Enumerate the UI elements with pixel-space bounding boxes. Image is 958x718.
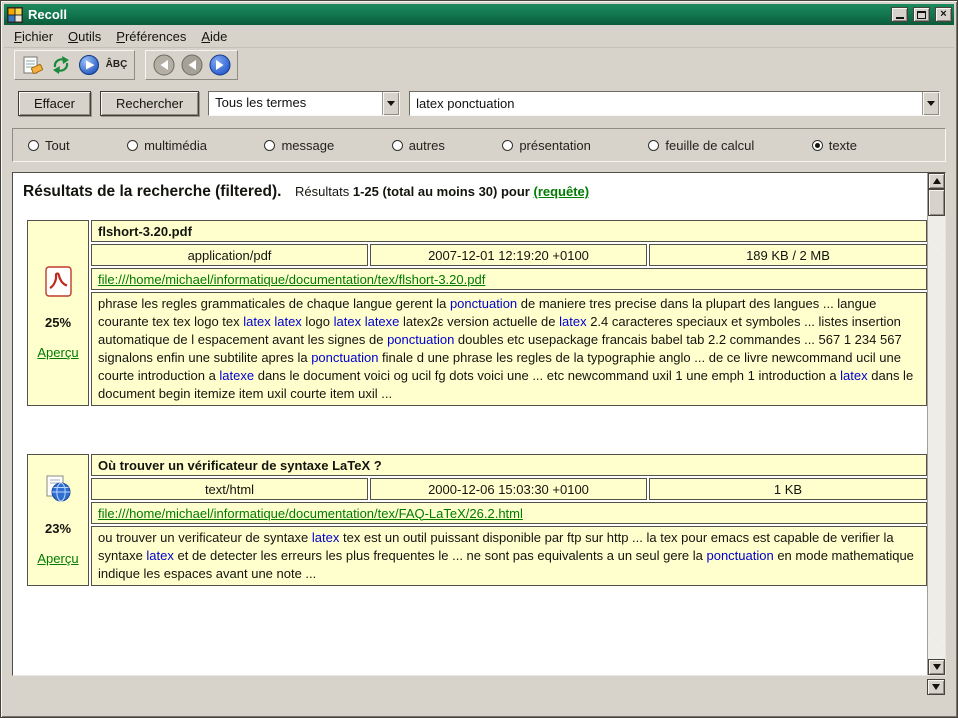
- result-table-2: 23% Aperçu Où trouver un vérificateur de…: [25, 452, 927, 588]
- menu-outils[interactable]: Outils: [68, 29, 101, 44]
- filter-message[interactable]: message: [264, 138, 334, 153]
- titlebar: Recoll ×: [4, 4, 954, 25]
- pdf-icon: [45, 266, 72, 300]
- toolbar: ÂBÇ: [4, 48, 954, 81]
- results-title: Résultats de la recherche (filtered).: [23, 183, 281, 200]
- maximize-icon: [917, 11, 926, 19]
- radio-icon: [502, 140, 513, 151]
- window-title: Recoll: [28, 7, 886, 22]
- results-header: Résultats de la recherche (filtered). Ré…: [23, 183, 921, 201]
- result-url-cell: file:///home/michael/informatique/docume…: [91, 268, 927, 290]
- result-size: 189 KB / 2 MB: [649, 244, 927, 266]
- scrollbar-trough[interactable]: [928, 216, 945, 659]
- menu-preferences[interactable]: Préférences: [116, 29, 186, 44]
- result-mime: application/pdf: [91, 244, 368, 266]
- filter-label: Tout: [45, 138, 70, 153]
- clear-search-icon[interactable]: [20, 52, 45, 77]
- search-mode-select[interactable]: Tous les termes: [208, 91, 400, 116]
- radio-icon: [812, 140, 823, 151]
- prev-page-icon[interactable]: [179, 52, 204, 77]
- filter-autres[interactable]: autres: [392, 138, 445, 153]
- chevron-down-icon: [927, 101, 935, 106]
- query-dropdown-button[interactable]: [922, 92, 939, 115]
- radio-icon: [28, 140, 39, 151]
- arrow-up-icon: [933, 178, 941, 184]
- query-details-link[interactable]: (requête): [533, 184, 589, 199]
- results-scrollbar[interactable]: [927, 173, 945, 675]
- filter-feuille-de-calcul[interactable]: feuille de calcul: [648, 138, 754, 153]
- arrow-down-icon: [933, 664, 941, 670]
- query-input[interactable]: [416, 95, 916, 112]
- result-date: 2007-12-01 12:19:20 +0100: [370, 244, 647, 266]
- preview-link[interactable]: Aperçu: [37, 345, 78, 360]
- search-button[interactable]: Rechercher: [100, 91, 199, 116]
- close-button[interactable]: ×: [935, 7, 952, 22]
- result-snippet: ou trouver un verificateur de syntaxe la…: [91, 526, 927, 586]
- scroll-up-button[interactable]: [928, 173, 945, 189]
- menu-aide[interactable]: Aide: [201, 29, 227, 44]
- app-icon: [7, 7, 23, 23]
- preview-link[interactable]: Aperçu: [37, 551, 78, 566]
- scrollbar-thumb[interactable]: [928, 189, 945, 216]
- filter-label: multimédia: [144, 138, 207, 153]
- term-explorer-label: ÂBÇ: [106, 59, 128, 70]
- result-table-1: 25% Aperçu flshort-3.20.pdf application/…: [25, 218, 927, 408]
- outer-scroll-down-button[interactable]: [927, 679, 945, 695]
- toolbar-group-main: ÂBÇ: [14, 50, 135, 80]
- filter-presentation[interactable]: présentation: [502, 138, 591, 153]
- term-explorer-icon[interactable]: ÂBÇ: [104, 52, 129, 77]
- result-url-cell: file:///home/michael/informatique/docume…: [91, 502, 927, 524]
- close-icon: ×: [940, 9, 946, 20]
- search-mode-value: Tous les termes: [209, 92, 382, 115]
- query-combo[interactable]: [409, 91, 940, 116]
- result-url-link[interactable]: file:///home/michael/informatique/docume…: [98, 272, 485, 287]
- toolbar-group-nav: [145, 50, 238, 80]
- relevance-percent: 25%: [45, 315, 71, 330]
- radio-icon: [127, 140, 138, 151]
- arrow-down-icon: [932, 684, 940, 690]
- search-mode-dropdown-button[interactable]: [382, 92, 399, 115]
- filter-texte[interactable]: texte: [812, 138, 857, 153]
- first-page-icon[interactable]: [151, 52, 176, 77]
- recoll-window: Recoll × Fichier Outils Préférences Aide: [0, 0, 958, 718]
- clear-button[interactable]: Effacer: [18, 91, 91, 116]
- maximize-button[interactable]: [913, 7, 930, 22]
- result-size: 1 KB: [649, 478, 927, 500]
- radio-icon: [264, 140, 275, 151]
- next-page-icon[interactable]: [207, 52, 232, 77]
- update-index-icon[interactable]: [48, 52, 73, 77]
- result-mime: text/html: [91, 478, 368, 500]
- scroll-down-button[interactable]: [928, 659, 945, 675]
- radio-icon: [392, 140, 403, 151]
- bottom-strip: [4, 676, 954, 714]
- result-side-panel: 25% Aperçu: [27, 220, 89, 406]
- start-query-icon[interactable]: [76, 52, 101, 77]
- filter-label: autres: [409, 138, 445, 153]
- result-title: flshort-3.20.pdf: [91, 220, 927, 242]
- category-filter-bar: Tout multimédia message autres présentat…: [12, 128, 946, 162]
- filter-multimedia[interactable]: multimédia: [127, 138, 207, 153]
- relevance-percent: 23%: [45, 521, 71, 536]
- results-panel: Résultats de la recherche (filtered). Ré…: [12, 172, 946, 676]
- result-snippet: phrase les regles grammaticales de chaqu…: [91, 292, 927, 406]
- result-side-panel: 23% Aperçu: [27, 454, 89, 586]
- html-icon: [44, 475, 72, 506]
- filter-label: feuille de calcul: [665, 138, 754, 153]
- result-date: 2000-12-06 15:03:30 +0100: [370, 478, 647, 500]
- result-url-link[interactable]: file:///home/michael/informatique/docume…: [98, 506, 523, 521]
- filter-tout[interactable]: Tout: [28, 138, 70, 153]
- results-list: Résultats de la recherche (filtered). Ré…: [13, 173, 927, 675]
- results-summary: Résultats 1-25 (total au moins 30) pour …: [295, 184, 589, 199]
- radio-icon: [648, 140, 659, 151]
- menubar: Fichier Outils Préférences Aide: [4, 25, 954, 48]
- filter-label: texte: [829, 138, 857, 153]
- menu-fichier[interactable]: Fichier: [14, 29, 53, 44]
- minimize-button[interactable]: [891, 7, 908, 22]
- minimize-icon: [896, 17, 904, 19]
- filter-label: présentation: [519, 138, 591, 153]
- search-bar: Effacer Rechercher Tous les termes: [4, 90, 954, 116]
- filter-label: message: [281, 138, 334, 153]
- result-title: Où trouver un vérificateur de syntaxe La…: [91, 454, 927, 476]
- chevron-down-icon: [387, 101, 395, 106]
